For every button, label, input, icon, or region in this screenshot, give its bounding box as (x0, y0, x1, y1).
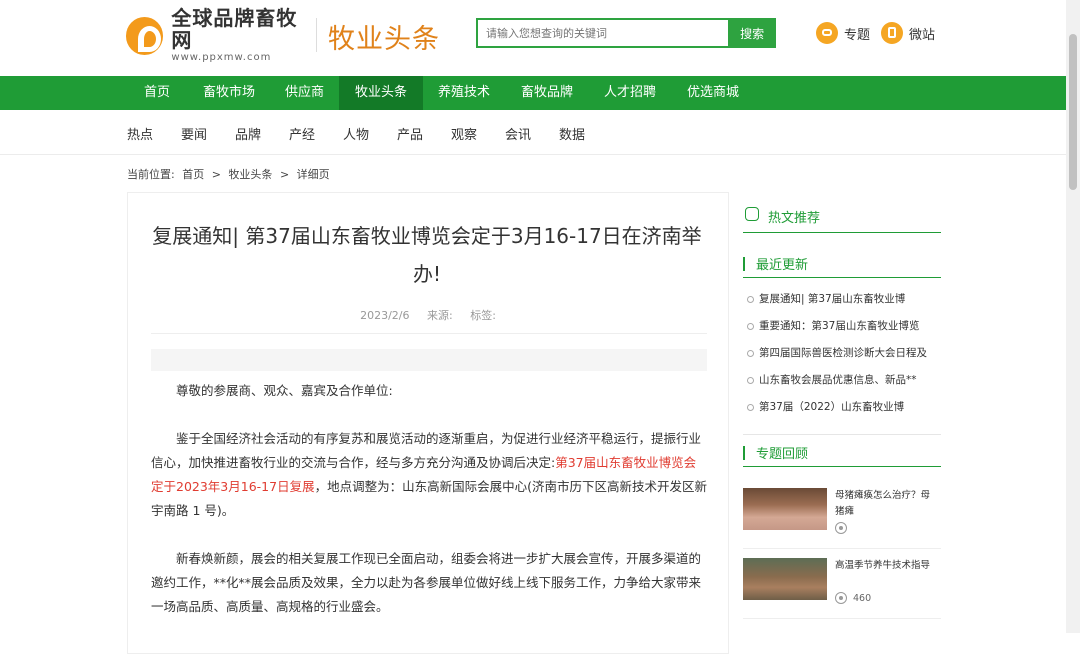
breadcrumb-sep: > (279, 168, 290, 181)
topic-views (835, 522, 853, 534)
top-header: 全球品牌畜牧网 www.ppxmw.com 牧业头条 搜索 专题 微站 (0, 0, 1066, 76)
topic-views: 460 (835, 592, 871, 604)
nav-item-breeding[interactable]: 养殖技术 (422, 76, 506, 110)
subnav-item-news[interactable]: 要闻 (181, 124, 207, 143)
subnav-item-people[interactable]: 人物 (343, 124, 369, 143)
page-scrollbar[interactable] (1066, 0, 1080, 633)
topic-title[interactable]: 母猪瘫痪怎么治疗？母猪瘫 (835, 488, 939, 520)
article-paragraph: 鉴于全国经济社会活动的有序复苏和展览活动的逐渐重启，为促进行业经济平稳运行，提振… (151, 427, 707, 523)
topic-image[interactable] (743, 558, 827, 600)
section-title: 牧业头条 (328, 24, 440, 55)
subnav-item-observe[interactable]: 观察 (451, 124, 477, 143)
subnav-item-brand[interactable]: 品牌 (235, 124, 261, 143)
nav-item-headlines[interactable]: 牧业头条 (339, 76, 424, 110)
main-nav: 首页 畜牧市场 供应商 牧业头条 养殖技术 畜牧品牌 人才招聘 优选商城 (0, 76, 1066, 110)
breadcrumb: 当前位置: 首页 > 牧业头条 > 详细页 (127, 166, 334, 182)
breadcrumb-current: 详细页 (296, 168, 330, 181)
topics-header: 专题回顾 (743, 440, 941, 467)
article-meta: 2023/2/6 来源: 标签: (128, 307, 728, 323)
nav-item-mall[interactable]: 优选商城 (671, 76, 755, 110)
breadcrumb-prefix: 当前位置: (127, 168, 175, 181)
site-logo[interactable]: 全球品牌畜牧网 www.ppxmw.com (126, 7, 316, 63)
logo-title: 全球品牌畜牧网 (171, 6, 298, 52)
list-item[interactable]: 山东畜牧会展品优惠信息、新品** (743, 367, 941, 394)
latest-updates-header: 最近更新 (743, 251, 941, 278)
subnav-item-industry[interactable]: 产经 (289, 124, 315, 143)
list-item[interactable]: 重要通知：第37届山东畜牧业博览 (743, 313, 941, 340)
topic-image[interactable] (743, 488, 827, 530)
nav-item-home[interactable]: 首页 (128, 76, 186, 110)
weizhan-icon (881, 22, 903, 44)
divider (743, 548, 941, 549)
article-source: 来源: (426, 309, 453, 322)
section-marker (743, 446, 745, 460)
nav-item-brands[interactable]: 畜牧品牌 (505, 76, 589, 110)
topic-item[interactable]: 高温季节养牛技术指导 460 (743, 558, 941, 616)
views-count: 460 (853, 592, 872, 604)
breadcrumb-sep: > (211, 168, 221, 181)
topic-title[interactable]: 高温季节养牛技术指导 (835, 558, 939, 574)
section-marker (743, 257, 745, 271)
logo-icon (126, 17, 164, 55)
nav-item-supplier[interactable]: 供应商 (269, 76, 340, 110)
search-input[interactable] (476, 18, 729, 48)
topic-link[interactable]: 专题 (816, 22, 870, 44)
topic-icon (816, 22, 838, 44)
nav-item-jobs[interactable]: 人才招聘 (588, 76, 672, 110)
subnav-item-hot[interactable]: 热点 (127, 124, 153, 143)
sub-nav: 热点 要闻 品牌 产经 人物 产品 观察 会讯 数据 (0, 110, 1066, 155)
article-summary-bar (151, 349, 707, 371)
search-button[interactable]: 搜索 (728, 18, 776, 48)
search-bar: 搜索 (476, 18, 776, 48)
article-date: 2023/2/6 (360, 309, 410, 322)
article-body: 尊敬的参展商、观众、嘉宾及合作单位: 鉴于全国经济社会活动的有序复苏和展览活动的… (151, 379, 707, 643)
divider (743, 618, 941, 619)
breadcrumb-home[interactable]: 首页 (182, 168, 204, 181)
nav-item-market[interactable]: 畜牧市场 (187, 76, 271, 110)
article-paragraph: 新春焕新颜，展会的相关复展工作现已全面启动，组委会将进一步扩大展会宣传，开展多渠… (151, 551, 702, 614)
eye-icon (835, 592, 847, 604)
article-greeting: 尊敬的参展商、观众、嘉宾及合作单位: (176, 383, 393, 398)
latest-updates-title: 最近更新 (756, 258, 809, 273)
list-item[interactable]: 第37届（2022）山东畜牧业博 (743, 394, 941, 421)
weizhan-link[interactable]: 微站 (881, 22, 935, 44)
logo-url: www.ppxmw.com (171, 52, 272, 63)
list-item[interactable]: 第四届国际兽医检测诊断大会日程及 (743, 340, 941, 367)
hot-articles-title: 热文推荐 (768, 211, 821, 226)
weizhan-link-label: 微站 (909, 27, 936, 43)
breadcrumb-headlines[interactable]: 牧业头条 (228, 168, 272, 181)
topic-item[interactable]: 母猪瘫痪怎么治疗？母猪瘫 (743, 488, 941, 546)
topics-title: 专题回顾 (756, 447, 809, 462)
article-divider (151, 333, 707, 334)
eye-icon (835, 522, 847, 534)
article-tags: 标签: (470, 309, 496, 322)
logo-divider (316, 18, 317, 52)
hot-icon (745, 207, 759, 221)
latest-updates-list: 复展通知| 第37届山东畜牧业博 重要通知：第37届山东畜牧业博览 第四届国际兽… (743, 286, 941, 421)
subnav-item-events[interactable]: 会讯 (505, 124, 531, 143)
divider (743, 434, 941, 435)
scrollbar-thumb[interactable] (1069, 34, 1077, 190)
topic-link-label: 专题 (844, 27, 871, 43)
subnav-item-products[interactable]: 产品 (397, 124, 423, 143)
list-item[interactable]: 复展通知| 第37届山东畜牧业博 (743, 286, 941, 313)
hot-articles-header: 热文推荐 (743, 200, 941, 233)
subnav-item-data[interactable]: 数据 (559, 124, 585, 143)
article-panel: 复展通知| 第37届山东畜牧业博览会定于3月16-17日在济南举办! 2023/… (127, 192, 729, 654)
article-title: 复展通知| 第37届山东畜牧业博览会定于3月16-17日在济南举办! (152, 224, 702, 286)
